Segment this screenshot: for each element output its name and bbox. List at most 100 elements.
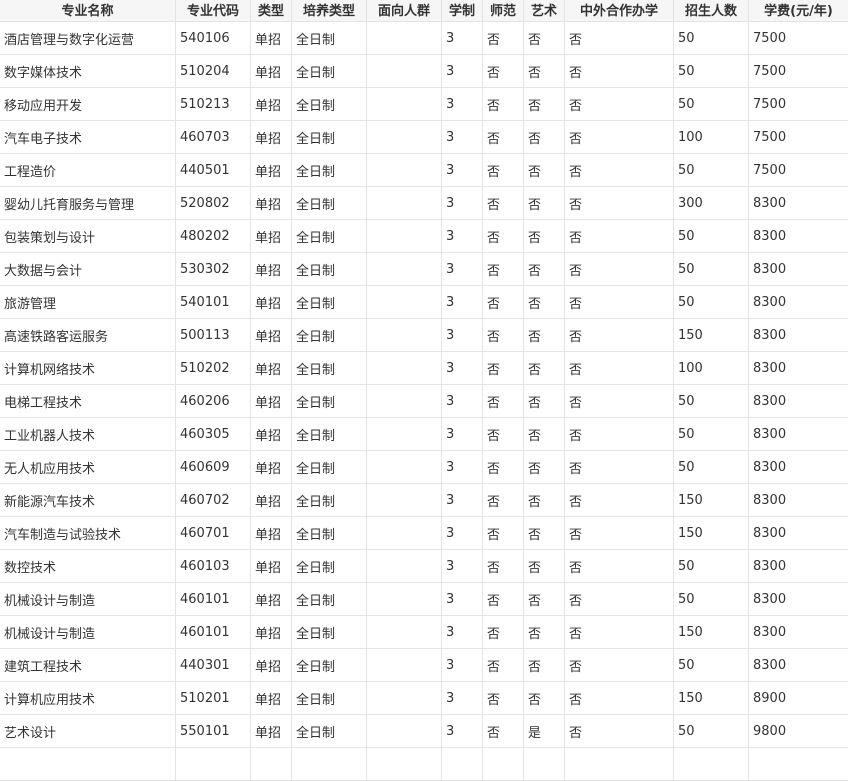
cell-duration: 3 xyxy=(442,385,483,418)
header-row: 专业名称专业代码类型培养类型面向人群学制师范艺术中外合作办学招生人数学费(元/年… xyxy=(0,0,848,22)
cell-major-name: 机械设计与制造 xyxy=(0,583,176,616)
cell-target-group xyxy=(367,616,442,649)
table-row: 汽车制造与试验技术460701单招全日制3否否否1508300 xyxy=(0,517,848,550)
cell-teacher-training: 否 xyxy=(483,22,524,55)
cell-type: 单招 xyxy=(251,583,292,616)
cell-art: 否 xyxy=(524,517,565,550)
cell-enrollment: 50 xyxy=(674,253,749,286)
cell-target-group xyxy=(367,484,442,517)
cell-teacher-training: 否 xyxy=(483,649,524,682)
cell-major-code: 460101 xyxy=(176,583,251,616)
cell-type: 单招 xyxy=(251,22,292,55)
cell-training-type: 全日制 xyxy=(292,715,367,748)
table-body: 酒店管理与数字化运营540106单招全日制3否否否507500数字媒体技术510… xyxy=(0,22,848,781)
cell-sino-foreign: 否 xyxy=(565,649,674,682)
cell-tuition: 8300 xyxy=(749,550,848,583)
cell-major-code: 440301 xyxy=(176,649,251,682)
cell-major-name: 汽车制造与试验技术 xyxy=(0,517,176,550)
cell-tuition: 8900 xyxy=(749,682,848,715)
cell-training-type: 全日制 xyxy=(292,550,367,583)
cell-major-code: 500113 xyxy=(176,319,251,352)
cell-major-code: 460305 xyxy=(176,418,251,451)
column-header-duration: 学制 xyxy=(442,0,483,22)
cell-target-group xyxy=(367,715,442,748)
cell-type: 单招 xyxy=(251,616,292,649)
cell-training-type: 全日制 xyxy=(292,154,367,187)
table-row: 计算机网络技术510202单招全日制3否否否1008300 xyxy=(0,352,848,385)
cell-teacher-training: 否 xyxy=(483,319,524,352)
cell-type: 单招 xyxy=(251,88,292,121)
cell-art: 否 xyxy=(524,616,565,649)
cell-tuition: 7500 xyxy=(749,88,848,121)
table-row: 机械设计与制造460101单招全日制3否否否508300 xyxy=(0,583,848,616)
table-row: 无人机应用技术460609单招全日制3否否否508300 xyxy=(0,451,848,484)
cell-major-name: 包装策划与设计 xyxy=(0,220,176,253)
cell-tuition: 8300 xyxy=(749,418,848,451)
cell-major-code: 440501 xyxy=(176,154,251,187)
cell-teacher-training: 否 xyxy=(483,616,524,649)
cell-target-group xyxy=(367,154,442,187)
cell-teacher-training: 否 xyxy=(483,550,524,583)
cell-type: 单招 xyxy=(251,187,292,220)
cell-type: 单招 xyxy=(251,715,292,748)
cell-sino-foreign: 否 xyxy=(565,319,674,352)
cell-tuition: 8300 xyxy=(749,220,848,253)
cell-type: 单招 xyxy=(251,154,292,187)
cell-major-code: 510202 xyxy=(176,352,251,385)
cell-major-code: 510213 xyxy=(176,88,251,121)
cell-tuition: 7500 xyxy=(749,154,848,187)
cell-teacher-training: 否 xyxy=(483,451,524,484)
cell-art: 否 xyxy=(524,682,565,715)
cell-art: 是 xyxy=(524,715,565,748)
cell-tuition: 8300 xyxy=(749,385,848,418)
cell-duration: 3 xyxy=(442,121,483,154)
cell-enrollment xyxy=(674,748,749,781)
cell-major-name: 无人机应用技术 xyxy=(0,451,176,484)
cell-duration: 3 xyxy=(442,286,483,319)
cell-art: 否 xyxy=(524,154,565,187)
cell-duration: 3 xyxy=(442,649,483,682)
table-row: 计算机应用技术510201单招全日制3否否否1508900 xyxy=(0,682,848,715)
cell-target-group xyxy=(367,55,442,88)
table-header: 专业名称专业代码类型培养类型面向人群学制师范艺术中外合作办学招生人数学费(元/年… xyxy=(0,0,848,22)
cell-major-name: 旅游管理 xyxy=(0,286,176,319)
cell-art: 否 xyxy=(524,550,565,583)
table-row: 机械设计与制造460101单招全日制3否否否1508300 xyxy=(0,616,848,649)
cell-type: 单招 xyxy=(251,451,292,484)
cell-sino-foreign: 否 xyxy=(565,682,674,715)
cell-tuition: 9800 xyxy=(749,715,848,748)
cell-sino-foreign: 否 xyxy=(565,583,674,616)
cell-type: 单招 xyxy=(251,319,292,352)
cell-sino-foreign: 否 xyxy=(565,715,674,748)
cell-sino-foreign: 否 xyxy=(565,55,674,88)
cell-enrollment: 150 xyxy=(674,616,749,649)
cell-major-name: 婴幼儿托育服务与管理 xyxy=(0,187,176,220)
cell-sino-foreign xyxy=(565,748,674,781)
cell-training-type: 全日制 xyxy=(292,616,367,649)
cell-tuition: 7500 xyxy=(749,55,848,88)
cell-target-group xyxy=(367,253,442,286)
cell-major-code: 460701 xyxy=(176,517,251,550)
table-row: 旅游管理540101单招全日制3否否否508300 xyxy=(0,286,848,319)
cell-target-group xyxy=(367,352,442,385)
cell-target-group xyxy=(367,451,442,484)
cell-duration xyxy=(442,748,483,781)
cell-major-code: 460103 xyxy=(176,550,251,583)
cell-teacher-training: 否 xyxy=(483,682,524,715)
cell-art: 否 xyxy=(524,583,565,616)
cell-duration: 3 xyxy=(442,451,483,484)
cell-sino-foreign: 否 xyxy=(565,187,674,220)
cell-target-group xyxy=(367,748,442,781)
cell-target-group xyxy=(367,88,442,121)
cell-duration: 3 xyxy=(442,352,483,385)
cell-tuition: 8300 xyxy=(749,319,848,352)
cell-major-name: 电梯工程技术 xyxy=(0,385,176,418)
cell-major-name: 新能源汽车技术 xyxy=(0,484,176,517)
cell-type: 单招 xyxy=(251,517,292,550)
cell-art: 否 xyxy=(524,187,565,220)
cell-teacher-training: 否 xyxy=(483,220,524,253)
column-header-target-group: 面向人群 xyxy=(367,0,442,22)
cell-enrollment: 300 xyxy=(674,187,749,220)
cell-enrollment: 50 xyxy=(674,154,749,187)
cell-sino-foreign: 否 xyxy=(565,385,674,418)
